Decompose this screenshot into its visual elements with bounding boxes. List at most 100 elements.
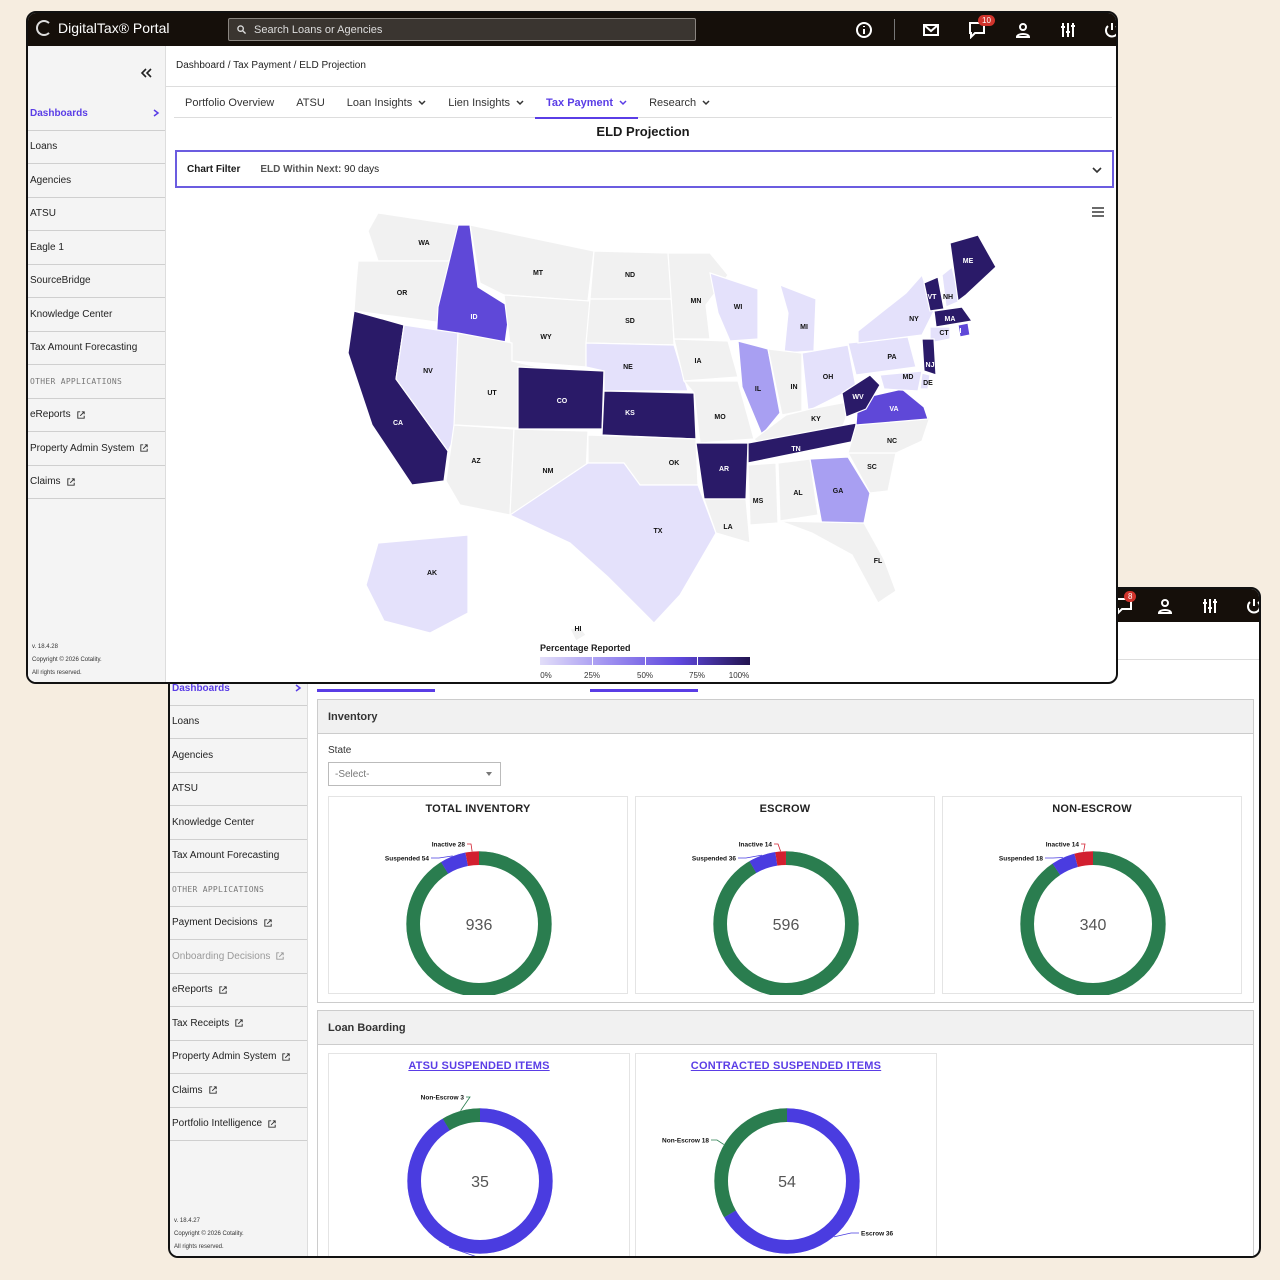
sidebar-item-label: Loans [172,716,200,728]
sidebar-item-sourcebridge[interactable]: SourceBridge [28,265,165,298]
loan-boarding-heading: Loan Boarding [318,1011,1253,1045]
sidebar-item-property-admin-system[interactable]: Property Admin System [28,432,165,466]
state-mi[interactable] [779,284,817,354]
external-link-icon [76,411,85,419]
search-box[interactable] [228,18,696,41]
sidebar-item-property-admin-system[interactable]: Property Admin System [170,1041,307,1074]
donut-card-atsu-suspended-items: ATSU SUSPENDED ITEMS 35Escrow 32Non-Escro… [328,1053,630,1256]
notification-badge: 8 [1124,591,1137,602]
state-select[interactable]: -Select- [328,762,501,786]
settings-sliders-icon[interactable] [1201,597,1219,615]
sidebar-item-label: OTHER APPLICATIONS [172,884,265,894]
sidebar-item-ereports[interactable]: eReports [170,974,307,1007]
state-ny[interactable] [857,273,935,344]
chart-filter-bar[interactable]: Chart Filter ELD Within Next: 90 days [175,150,1114,188]
sidebar-item-claims[interactable]: Claims [170,1074,307,1108]
breadcrumb-dashboard[interactable]: Dashboard [176,60,225,71]
state-md[interactable] [879,370,923,392]
filter-value: 90 days [344,163,380,175]
label-connector [1045,857,1063,859]
sidebar-item-claims[interactable]: Claims [28,466,165,499]
donut-total: 54 [778,1174,796,1191]
segment-label: Inactive 14 [739,842,773,849]
sidebar-item-agencies[interactable]: Agencies [28,164,165,198]
state-ks[interactable] [601,390,697,440]
state-label: VT [928,294,938,301]
tab-atsu[interactable]: ATSU [285,87,336,118]
sidebar-item-atsu[interactable]: ATSU [170,773,307,806]
sidebar-item-knowledge-center[interactable]: Knowledge Center [28,298,165,332]
sidebar-item-tax-amount-forecasting[interactable]: Tax Amount Forecasting [28,332,165,365]
us-choropleth-map: WA OR CA ID NV MT WY UT AZ CO NM ND SD NE KS OK TX MN IA MO… [347,212,997,642]
state-ms[interactable] [747,462,779,526]
sidebar-item-ereports[interactable]: eReports [28,399,165,432]
sidebar-item-payment-decisions[interactable]: Payment Decisions [170,907,307,940]
tab-loan-insights[interactable]: Loan Insights [336,87,437,118]
power-icon[interactable] [1245,597,1261,615]
chevron-down-icon[interactable] [1092,167,1102,174]
state-label: NH [943,294,953,301]
rights-text: All rights reserved. [174,1244,224,1250]
state-mt[interactable] [469,224,595,302]
state-nj[interactable] [921,338,937,376]
external-link-icon [218,986,227,994]
state-ak[interactable] [365,534,469,634]
state-label: AK [427,570,437,577]
state-me[interactable] [949,234,997,303]
user-icon[interactable] [1014,21,1032,39]
sidebar-item-dashboards[interactable]: Dashboards [28,97,165,131]
state-label: KY [811,416,821,423]
legend-label: 100% [728,671,750,680]
sidebar-item-label: Property Admin System [172,1051,277,1063]
state-label: AL [793,490,803,497]
sidebar-section-header: OTHER APPLICATIONS [28,365,165,399]
sidebar-item-portfolio-intelligence[interactable]: Portfolio Intelligence [170,1108,307,1141]
chart-title[interactable]: CONTRACTED SUSPENDED ITEMS [636,1060,936,1072]
tab-label: Research [649,96,697,109]
state-az[interactable] [445,424,515,516]
settings-sliders-icon[interactable] [1059,21,1077,39]
sidebar-item-label: SourceBridge [30,275,91,287]
breadcrumb-tax-payment[interactable]: Tax Payment [233,60,291,71]
donut-total: 35 [471,1174,489,1191]
state-label: OH [823,374,834,381]
state-wy[interactable] [503,294,591,368]
sidebar-item-atsu[interactable]: ATSU [28,198,165,231]
tab-tax-payment[interactable]: Tax Payment [535,87,639,119]
tab-research[interactable]: Research [638,87,721,118]
state-label: NY [909,316,919,323]
sidebar-item-label: Agencies [172,749,214,761]
search-input[interactable] [254,23,654,36]
copyright-text: Copyright © 2026 Cotality. [32,657,102,663]
chart-menu-icon[interactable] [1091,206,1105,218]
sidebar-item-onboarding-decisions[interactable]: Onboarding Decisions [170,940,307,974]
sidebar-item-loans[interactable]: Loans [170,706,307,739]
tab-portfolio-overview[interactable]: Portfolio Overview [174,87,285,118]
sidebar-item-agencies[interactable]: Agencies [170,739,307,773]
sidebar-item-eagle-1[interactable]: Eagle 1 [28,231,165,265]
state-ia[interactable] [673,338,739,382]
donut-chart: 35Escrow 32Non-Escrow 3 [406,1095,554,1256]
collapse-sidebar-icon[interactable] [140,68,152,78]
sidebar-item-tax-receipts[interactable]: Tax Receipts [170,1007,307,1041]
segment-label: Inactive 14 [1046,842,1080,849]
mail-icon[interactable] [922,21,940,39]
breadcrumb: Dashboard / Tax Payment / ELD Projection [176,60,366,71]
state-filter-label: State [328,745,352,756]
state-label: MT [533,270,544,277]
sidebar-item-tax-amount-forecasting[interactable]: Tax Amount Forecasting [170,840,307,873]
filter-key: ELD Within Next: [260,163,342,175]
sidebar-item-loans[interactable]: Loans [28,131,165,164]
chart-title[interactable]: ATSU SUSPENDED ITEMS [329,1060,629,1072]
sidebar-item-knowledge-center[interactable]: Knowledge Center [170,806,307,840]
tab-lien-insights[interactable]: Lien Insights [437,87,535,118]
copyright-text: Copyright © 2026 Cotality. [174,1231,244,1237]
power-icon[interactable] [1103,21,1118,39]
user-icon[interactable] [1156,597,1174,615]
info-icon[interactable] [855,21,873,39]
external-link-icon [66,478,75,486]
state-label: AZ [471,458,481,465]
app-logo[interactable]: DigitalTax® Portal [36,20,169,36]
sidebar-item-label: eReports [30,409,71,421]
app-title: DigitalTax® Portal [58,20,170,36]
